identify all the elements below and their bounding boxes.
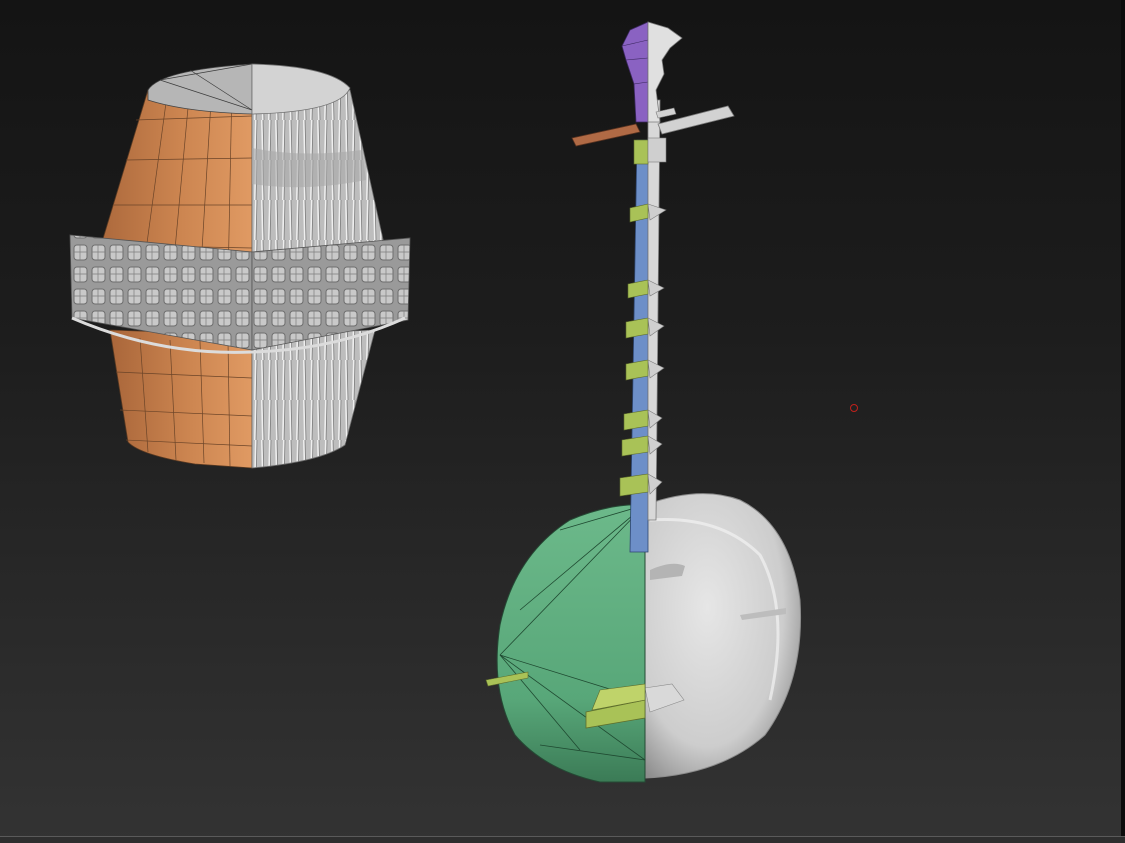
lute-model[interactable] [485, 21, 802, 783]
scene-canvas[interactable] [0, 0, 1125, 843]
drum-model[interactable] [69, 63, 411, 469]
lute-peghead-lowpoly [621, 21, 649, 123]
viewport-right-border [1121, 0, 1125, 843]
fret-lowpoly [633, 139, 649, 165]
drum-lower-lowpoly [109, 329, 253, 469]
viewport-bottom-border [0, 836, 1125, 843]
drum-band-lowpoly [69, 234, 253, 351]
drum-band-sculpt [251, 237, 411, 351]
drum-upper-tension-band [252, 148, 366, 188]
3d-viewport[interactable] [0, 0, 1125, 843]
lute-body-lowpoly [496, 504, 646, 783]
fret-lowpoly [619, 473, 649, 497]
lute-neck-sculpt [647, 99, 661, 521]
fret-sculpt [647, 137, 667, 163]
brush-cursor-marker [850, 404, 858, 412]
lute-tuning-peg-left [571, 123, 641, 147]
lute-peghead-sculpt [647, 21, 683, 123]
